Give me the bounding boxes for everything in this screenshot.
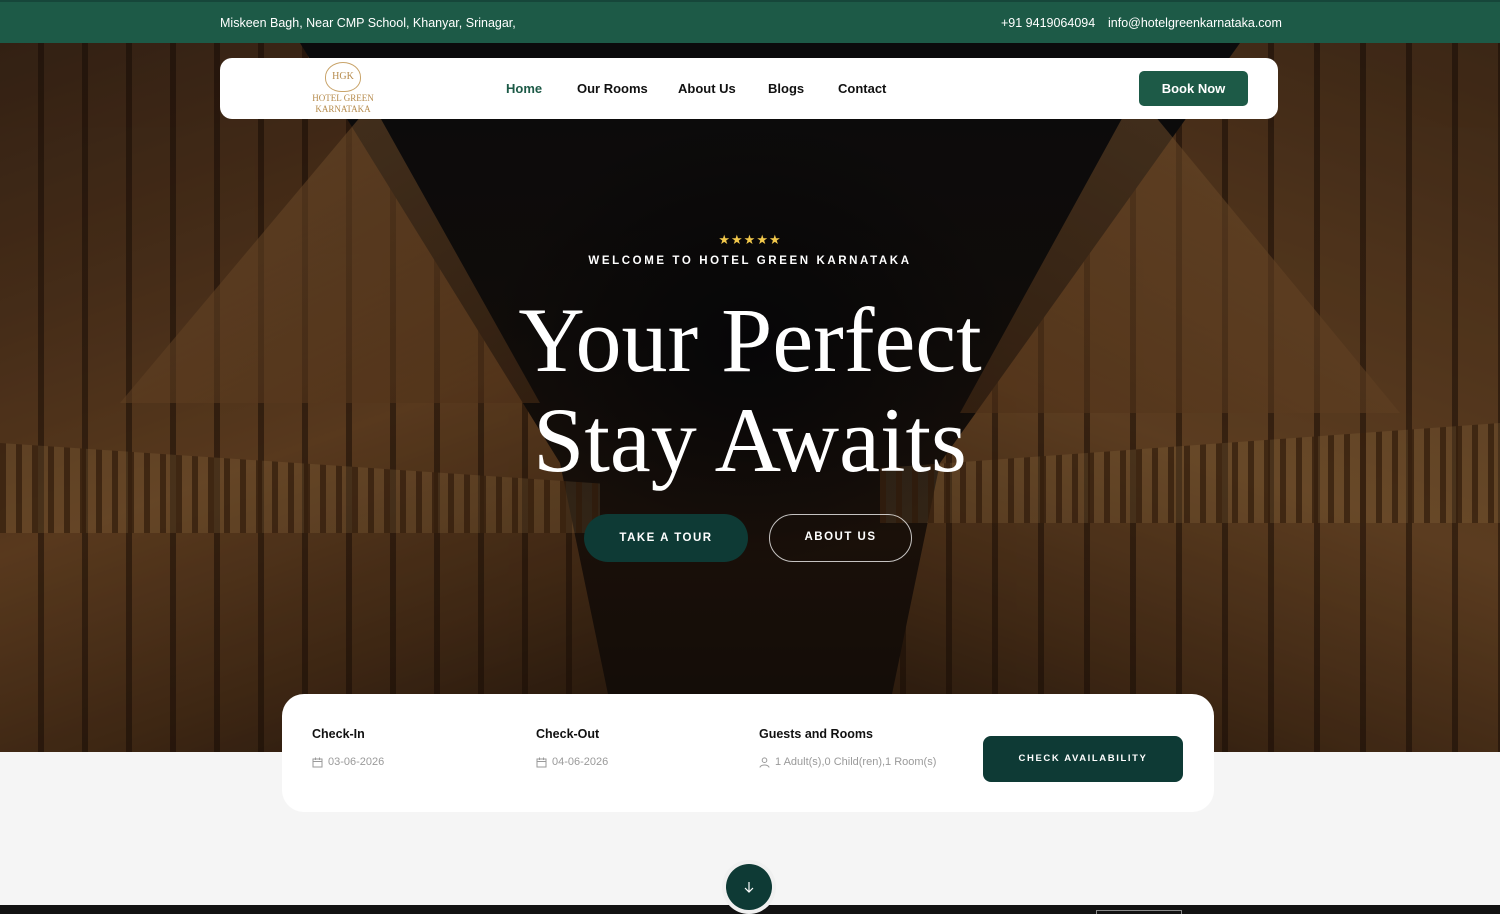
about-us-button[interactable]: ABOUT US xyxy=(769,514,912,562)
nav-item-home[interactable]: Home xyxy=(506,81,542,96)
logo-name-line1: HOTEL GREEN xyxy=(312,93,374,103)
hero-eyebrow: WELCOME TO HOTEL GREEN KARNATAKA xyxy=(588,255,912,267)
checkin-value: 03-06-2026 xyxy=(328,756,385,768)
guests-value: 1 Adult(s),0 Child(ren),1 Room(s) xyxy=(775,756,937,768)
calendar-icon xyxy=(312,757,323,767)
nav-item-our-rooms[interactable]: Our Rooms xyxy=(577,81,648,96)
logo-monogram: HGK xyxy=(332,71,354,82)
main-navbar: HGK HOTEL GREEN KARNATAKA Home Our Rooms… xyxy=(220,58,1278,119)
nav-item-blogs[interactable]: Blogs xyxy=(768,81,804,96)
checkout-field[interactable]: 04-06-2026 xyxy=(536,756,608,768)
arrow-down-icon xyxy=(744,882,754,893)
book-now-button[interactable]: Book Now xyxy=(1139,71,1248,106)
take-a-tour-button[interactable]: TAKE A TOUR xyxy=(584,514,748,562)
top-contact-bar: Miskeen Bagh, Near CMP School, Khanyar, … xyxy=(0,0,1500,43)
address-text: Miskeen Bagh, Near CMP School, Khanyar, … xyxy=(220,16,516,30)
hotel-logo[interactable]: HGK HOTEL GREEN KARNATAKA xyxy=(306,62,380,116)
scroll-down-button[interactable] xyxy=(726,864,772,910)
hero-headline-line1: Your Perfect xyxy=(518,289,982,391)
booking-form: Check-In 03-06-2026 Check-Out 04-06-2026… xyxy=(282,694,1214,812)
checkout-label: Check-Out xyxy=(536,727,600,741)
calendar-icon xyxy=(536,757,547,767)
checkin-label: Check-In xyxy=(312,727,365,741)
checkout-value: 04-06-2026 xyxy=(552,756,609,768)
hero-headline-line2: Stay Awaits xyxy=(533,389,967,491)
email-link[interactable]: info@hotelgreenkarnataka.com xyxy=(1108,16,1282,30)
bottom-tab-outline xyxy=(1096,910,1182,914)
check-availability-button[interactable]: CHECK AVAILABILITY xyxy=(983,736,1183,782)
nav-item-about-us[interactable]: About Us xyxy=(678,81,736,96)
rating-stars-icon: ★★★★★ xyxy=(718,232,782,247)
phone-link[interactable]: +91 9419064094 xyxy=(1001,16,1095,30)
guests-label: Guests and Rooms xyxy=(759,727,873,741)
checkin-field[interactable]: 03-06-2026 xyxy=(312,756,384,768)
logo-name-line2: KARNATAKA xyxy=(315,104,371,114)
nav-item-contact[interactable]: Contact xyxy=(838,81,886,96)
user-icon xyxy=(759,756,770,768)
logo-crest-icon: HGK xyxy=(325,62,361,92)
guests-field[interactable]: 1 Adult(s),0 Child(ren),1 Room(s) xyxy=(759,756,936,768)
